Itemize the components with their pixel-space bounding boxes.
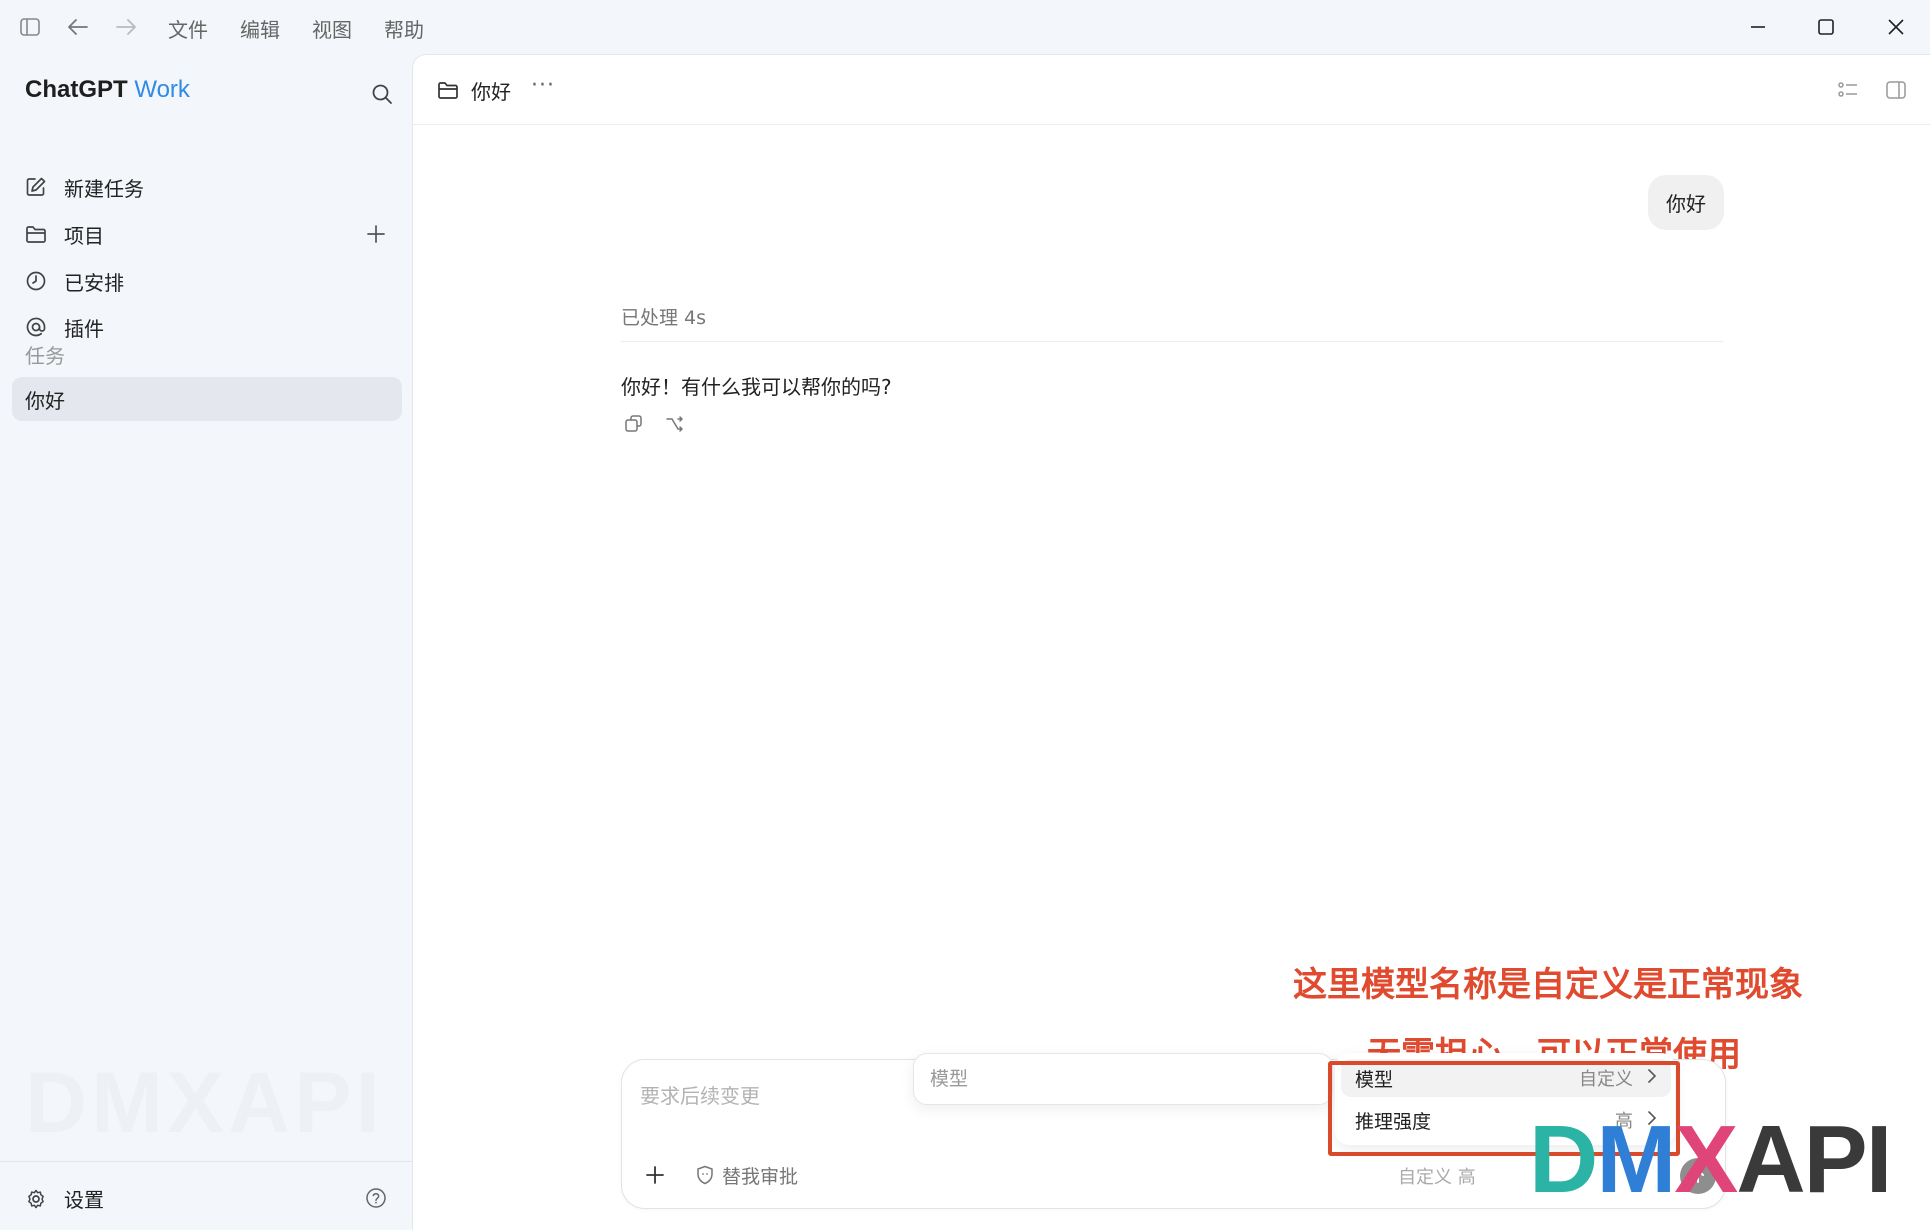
watermark-text: DMXAPI [25,1054,383,1153]
model-search-input[interactable] [930,1068,1310,1090]
sidebar-item-scheduled[interactable]: 已安排 [22,261,124,301]
sidebar-item-label: 新建任务 [64,176,144,201]
add-attachment-button[interactable] [640,1160,670,1190]
side-panel-toggle-icon[interactable] [1881,75,1911,105]
gear-icon [22,1185,50,1213]
help-icon[interactable] [362,1184,390,1212]
at-icon [22,313,50,341]
folder-icon [22,220,50,248]
sidebar-item-label: 项目 [64,223,104,248]
edit-icon [22,173,50,201]
sidebar-item-new-task[interactable]: 新建任务 [22,167,144,207]
sidebar: ChatGPT Work 新建任务 项目 已安排 插件 任务 你好 DMXAPI [0,54,412,1230]
title-bar: 文件 编辑 视图 帮助 [0,0,1930,54]
tasks-section-title: 任务 [25,344,65,368]
add-project-icon[interactable] [362,220,390,248]
menu-item-model[interactable]: 模型 自定义 [1341,1059,1671,1097]
app-brand: ChatGPT Work [25,76,190,104]
user-message-bubble: 你好 [1648,175,1724,230]
main-panel: 你好 ··· 你好 已处理 4s 你好！有什么我可以帮你的吗? 这里模型名称是自… [412,54,1930,1230]
menu-file[interactable]: 文件 [168,14,208,43]
maximize-button[interactable] [1792,0,1860,54]
minimize-button[interactable] [1724,0,1792,54]
dmxapi-logo: D M X API [1529,1106,1892,1213]
folder-icon [433,75,463,105]
model-search-popup [913,1053,1333,1105]
assistant-reply: 你好！有什么我可以帮你的吗? [621,375,892,399]
follow-up-input[interactable] [640,1084,920,1108]
task-item-selected[interactable]: 你好 [12,377,402,421]
annotation-line-1: 这里模型名称是自定义是正常现象 [1293,965,1803,1005]
clock-icon [22,267,50,295]
sidebar-toggle-icon[interactable] [12,9,48,45]
sidebar-item-projects[interactable]: 项目 [22,214,104,254]
back-arrow-icon[interactable] [60,9,96,45]
settings-label: 设置 [64,1188,104,1212]
search-icon[interactable] [366,78,398,110]
model-selector-tag[interactable]: 自定义 高 [1398,1163,1476,1189]
chevron-right-icon [1647,1067,1657,1089]
fork-icon[interactable] [661,411,687,437]
auto-approve-label: 替我审批 [722,1165,799,1188]
close-button[interactable] [1862,0,1930,54]
shield-icon [696,1165,714,1185]
more-options-button[interactable]: ··· [531,73,555,98]
task-item-label: 你好 [25,388,65,413]
sidebar-item-label: 插件 [64,316,104,341]
divider [621,341,1723,342]
menu-item-label: 模型 [1355,1068,1394,1091]
menu-edit[interactable]: 编辑 [240,14,280,43]
brand-main: ChatGPT [25,76,128,103]
checklist-icon[interactable] [1833,75,1863,105]
brand-accent: Work [134,76,190,103]
settings-button[interactable]: 设置 [22,1184,104,1213]
copy-icon[interactable] [621,411,647,437]
menu-item-value: 自定义 [1579,1069,1633,1090]
processed-status[interactable]: 已处理 4s [621,303,706,330]
main-header: 你好 ··· [413,55,1930,125]
menu-view[interactable]: 视图 [312,14,352,43]
menu-help[interactable]: 帮助 [384,14,424,43]
auto-approve-toggle[interactable]: 替我审批 [696,1160,798,1190]
sidebar-item-label: 已安排 [64,270,124,295]
page-title: 你好 [471,80,511,104]
sidebar-footer: 设置 [0,1161,412,1230]
